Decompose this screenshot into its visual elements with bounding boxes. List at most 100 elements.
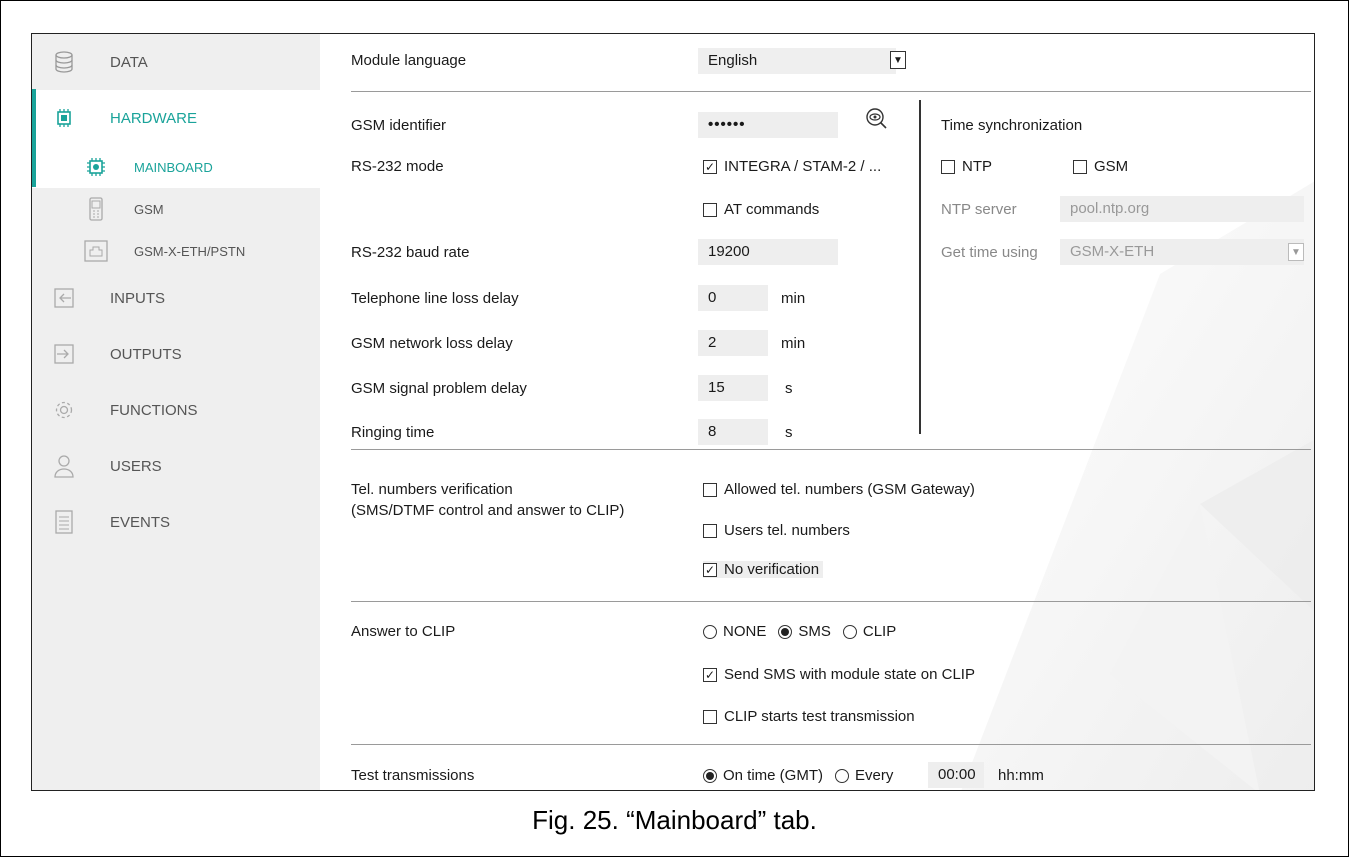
allowed-numbers-checkbox[interactable]: Allowed tel. numbers (GSM Gateway) [703, 481, 975, 498]
gsm-identifier-input[interactable]: •••••• [698, 112, 838, 138]
sidebar-item-label: FUNCTIONS [110, 401, 198, 419]
sidebar-item-users[interactable]: USERS [32, 438, 320, 494]
sidebar-item-label: DATA [110, 53, 148, 71]
unit-label: min [781, 335, 806, 352]
sidebar-item-label: GSM-X-ETH/PSTN [134, 243, 246, 259]
database-icon [52, 50, 76, 74]
verify-sublabel: (SMS/DTMF control and answer to CLIP) [351, 502, 625, 519]
clip-test-checkbox[interactable]: CLIP starts test transmission [703, 708, 915, 725]
signal-delay-label: GSM signal problem delay [351, 380, 527, 397]
clip-sms-radio[interactable]: SMS [778, 623, 831, 640]
output-icon [52, 342, 76, 366]
sidebar-item-gsm[interactable]: GSM [32, 188, 320, 230]
module-language-value: English [708, 52, 758, 69]
active-indicator [32, 89, 36, 187]
clip-none-radio[interactable]: NONE [703, 623, 766, 640]
phone-icon [84, 197, 108, 221]
app-window: DATA HARDWARE MAINBOARD GSM GSM-X-ETH/PS [31, 33, 1315, 791]
checkbox-label: INTEGRA / STAM-2 / ... [724, 158, 882, 175]
baud-rate-input[interactable]: 19200 [698, 239, 838, 265]
send-sms-checkbox[interactable]: ✓ Send SMS with module state on CLIP [703, 666, 975, 683]
sidebar-item-hardware[interactable]: HARDWARE [32, 90, 320, 146]
mainboard-icon [84, 155, 108, 179]
checkbox-label: Send SMS with module state on CLIP [724, 666, 975, 683]
gsm-checkbox[interactable]: GSM [1073, 158, 1128, 175]
sidebar-item-gsm-x-eth[interactable]: GSM-X-ETH/PSTN [32, 230, 320, 272]
clip-clip-radio[interactable]: CLIP [842, 623, 897, 640]
radio-selected-icon [703, 768, 717, 783]
checkbox-icon [703, 523, 717, 538]
time-sync-label: Time synchronization [941, 117, 1083, 134]
test-on-time-radio[interactable]: On time (GMT) [703, 767, 823, 784]
figure-caption: Fig. 25. “Mainboard” tab. [532, 805, 817, 835]
radio-label: SMS [798, 623, 831, 640]
divider [351, 601, 1311, 602]
module-language-select[interactable]: English [698, 48, 896, 74]
unit-label: min [781, 290, 806, 307]
verify-label: Tel. numbers verification [351, 481, 513, 498]
checkbox-checked-icon: ✓ [703, 159, 717, 174]
checkbox-label: Allowed tel. numbers (GSM Gateway) [724, 481, 975, 498]
clip-label: Answer to CLIP [351, 623, 456, 640]
sidebar-item-label: EVENTS [110, 513, 171, 531]
show-password-icon[interactable] [865, 107, 887, 133]
signal-delay-input[interactable]: 15 [698, 375, 768, 401]
test-time-input[interactable]: 00:00 [928, 762, 984, 788]
checkbox-icon [703, 202, 717, 217]
time-unit-label: hh:mm [998, 767, 1044, 784]
sidebar-item-events[interactable]: EVENTS [32, 494, 320, 550]
radio-label: Every [855, 767, 894, 784]
chevron-down-icon[interactable]: ▼ [1288, 243, 1304, 261]
clip-radio-group: NONE SMS CLIP [703, 623, 908, 640]
main-panel: Module language English ▼ GSM identifier… [320, 34, 1314, 790]
sidebar-item-label: HARDWARE [110, 109, 197, 127]
tel-loss-input[interactable]: 0 [698, 285, 768, 311]
gsm-loss-input[interactable]: 2 [698, 330, 768, 356]
sidebar-item-data[interactable]: DATA [32, 34, 320, 90]
user-icon [52, 454, 76, 478]
radio-icon [842, 624, 857, 639]
ntp-checkbox[interactable]: NTP [941, 158, 992, 175]
get-time-label: Get time using [941, 244, 1038, 261]
test-every-radio[interactable]: Every [835, 767, 893, 784]
ntp-server-input[interactable]: pool.ntp.org [1060, 196, 1304, 222]
chip-icon [52, 106, 76, 130]
unit-label: s [785, 380, 793, 397]
no-verification-checkbox[interactable]: ✓ No verification [703, 561, 824, 578]
ringing-time-input[interactable]: 8 [698, 419, 768, 445]
rs232-integra-checkbox[interactable]: ✓ INTEGRA / STAM-2 / ... [703, 158, 881, 175]
ethernet-icon [84, 239, 108, 263]
chevron-down-icon[interactable]: ▼ [890, 51, 906, 69]
ntp-server-label: NTP server [941, 201, 1017, 218]
divider [351, 91, 1311, 92]
radio-label: On time (GMT) [723, 767, 823, 784]
radio-label: CLIP [862, 623, 897, 640]
sidebar-item-mainboard[interactable]: MAINBOARD [32, 146, 320, 188]
sidebar-item-functions[interactable]: FUNCTIONS [32, 382, 320, 438]
checkbox-label: GSM [1094, 158, 1129, 175]
sidebar-item-label: MAINBOARD [134, 159, 213, 175]
divider [351, 744, 1311, 745]
sidebar-item-label: USERS [110, 457, 162, 475]
tel-loss-label: Telephone line loss delay [351, 290, 519, 307]
checkbox-label: No verification [724, 561, 820, 578]
sidebar-item-inputs[interactable]: INPUTS [32, 270, 320, 326]
checkbox-label: AT commands [724, 201, 820, 218]
checkbox-label: NTP [962, 158, 992, 175]
radio-selected-icon [778, 624, 793, 639]
checkbox-checked-icon: ✓ [703, 562, 717, 577]
vertical-divider [919, 100, 921, 434]
radio-label: NONE [723, 623, 767, 640]
checkbox-icon [1073, 159, 1087, 174]
module-language-label: Module language [351, 52, 467, 69]
get-time-select[interactable]: GSM-X-ETH [1060, 239, 1304, 265]
sidebar-item-label: GSM [134, 201, 164, 217]
document-icon [52, 510, 76, 534]
rs232-at-checkbox[interactable]: AT commands [703, 201, 819, 218]
input-icon [52, 286, 76, 310]
ringing-time-label: Ringing time [351, 424, 435, 441]
radio-icon [703, 624, 717, 639]
sidebar-item-outputs[interactable]: OUTPUTS [32, 326, 320, 382]
checkbox-icon [703, 709, 717, 724]
users-numbers-checkbox[interactable]: Users tel. numbers [703, 522, 850, 539]
